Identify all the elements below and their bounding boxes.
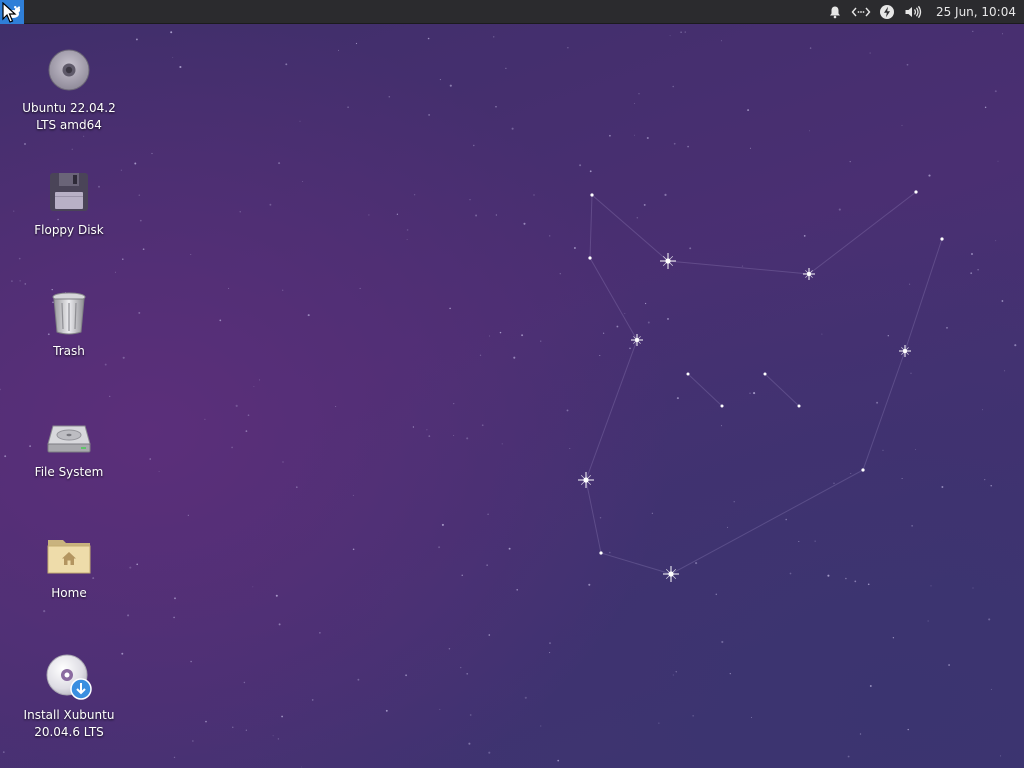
constellation-stars (588, 190, 944, 555)
desktop-icon-home[interactable]: Home (14, 531, 124, 602)
desktop-icon-label: Home (51, 586, 87, 600)
bright-star (578, 472, 594, 488)
mouse-cursor-icon (2, 2, 17, 23)
desktop-icon-label: Floppy Disk (34, 223, 104, 237)
power-icon[interactable] (876, 1, 898, 23)
desktop-icon-ubuntu-disc[interactable]: Ubuntu 22.04.2 LTS amd64 (14, 46, 124, 134)
desktop-icon-filesystem[interactable]: File System (14, 410, 124, 481)
trash-icon (45, 289, 93, 337)
bright-star (660, 253, 676, 269)
top-panel: 25 Jun, 10:04 (0, 0, 1024, 24)
bright-star (663, 566, 679, 582)
desktop-icon-label: File System (34, 465, 104, 479)
desktop-icon-label: Install Xubuntu 20.04.6 LTS (23, 708, 115, 739)
bright-stars (578, 253, 911, 582)
bright-star (899, 345, 911, 357)
volume-icon[interactable] (902, 1, 924, 23)
optical-disc-icon (45, 46, 93, 94)
bright-star (803, 268, 815, 280)
desktop-icon-label: Trash (53, 344, 85, 358)
home-folder-icon (45, 531, 93, 579)
hard-drive-icon (45, 410, 93, 458)
clock[interactable]: 25 Jun, 10:04 (936, 5, 1016, 19)
bright-star (631, 334, 643, 346)
install-disc-icon (45, 653, 93, 701)
wallpaper (0, 30, 1017, 768)
network-icon[interactable] (850, 1, 872, 23)
desktop-icon-floppy[interactable]: Floppy Disk (14, 168, 124, 239)
desktop-icon-trash[interactable]: Trash (14, 289, 124, 360)
constellation-lines (585, 191, 943, 575)
floppy-disk-icon (45, 168, 93, 216)
system-tray: 25 Jun, 10:04 (822, 0, 1024, 24)
desktop-icon-install[interactable]: Install Xubuntu 20.04.6 LTS (14, 653, 124, 741)
desktop-icon-label: Ubuntu 22.04.2 LTS amd64 (22, 101, 116, 132)
bell-icon[interactable] (824, 1, 846, 23)
